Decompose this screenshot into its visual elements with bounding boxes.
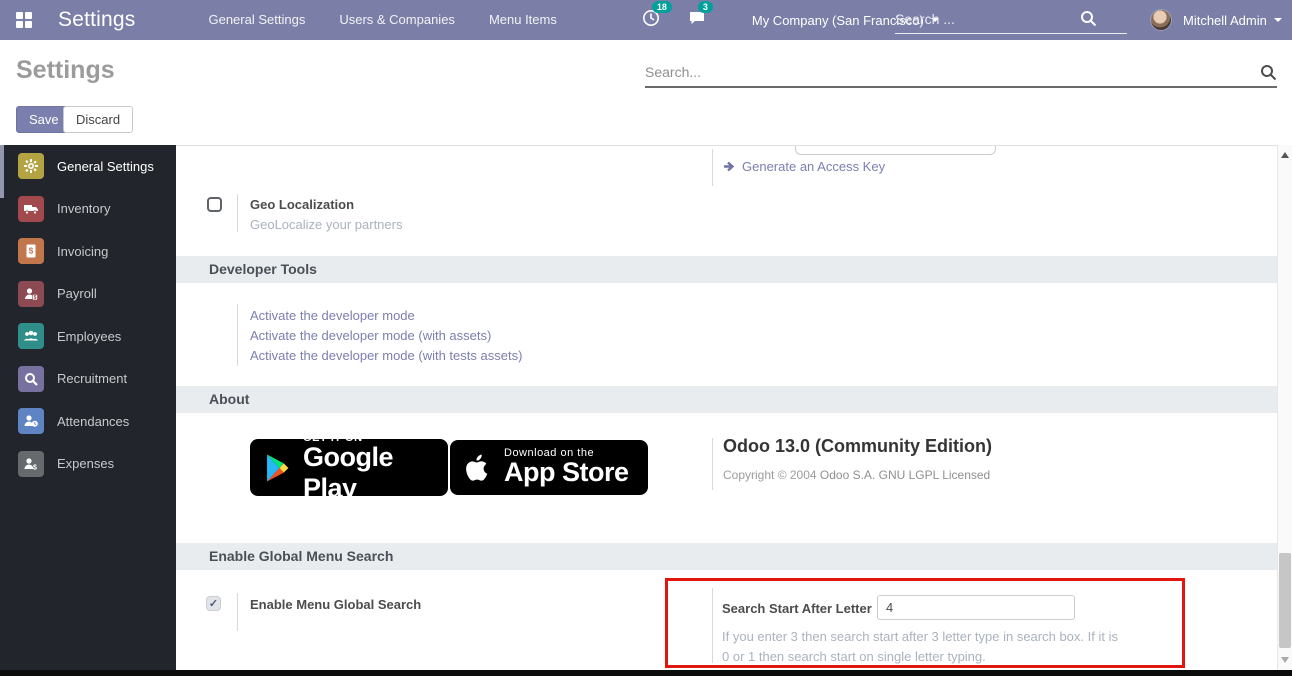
- google-play-title: Google Play: [303, 442, 448, 504]
- page-title: Settings: [16, 56, 115, 85]
- bottom-bar: [0, 670, 1292, 676]
- sidebar-item-expenses[interactable]: $ Expenses: [0, 443, 176, 486]
- recruitment-icon: [18, 366, 44, 392]
- field-help-line1: If you enter 3 then search start after 3…: [722, 629, 1118, 644]
- sidebar-item-label: Employees: [57, 329, 121, 344]
- odoo-version: Odoo 13.0 (Community Edition): [723, 436, 992, 457]
- scroll-up-icon[interactable]: [1281, 152, 1289, 158]
- scrollbar-thumb[interactable]: [1279, 553, 1291, 648]
- app-brand[interactable]: Settings: [58, 8, 135, 32]
- search-icon[interactable]: [1260, 64, 1277, 81]
- sidebar-item-label: General Settings: [57, 159, 154, 174]
- active-indicator: [0, 145, 4, 198]
- divider: [712, 438, 713, 490]
- gear-icon: [18, 153, 44, 179]
- navbar-search-input[interactable]: [895, 11, 1080, 27]
- attendance-icon: [18, 408, 44, 434]
- sidebar-item-payroll[interactable]: $ Payroll: [0, 273, 176, 316]
- search-start-after-letter-input[interactable]: [877, 595, 1075, 620]
- navbar-menu: General Settings Users & Companies Menu …: [191, 0, 573, 40]
- truncated-input[interactable]: [795, 145, 996, 155]
- sidebar-item-label: Invoicing: [57, 244, 108, 259]
- geo-localization-checkbox[interactable]: [207, 197, 222, 212]
- copyright-text: Copyright © 2004: [723, 468, 820, 482]
- enable-menu-global-search-label[interactable]: Enable Menu Global Search: [250, 597, 421, 612]
- sidebar-item-inventory[interactable]: Inventory: [0, 188, 176, 231]
- employees-icon: [18, 323, 44, 349]
- settings-search-input[interactable]: [645, 64, 1260, 80]
- search-start-after-letter-label: Search Start After Letter: [722, 601, 872, 616]
- sidebar-item-recruitment[interactable]: Recruitment: [0, 358, 176, 401]
- check-icon: ✓: [206, 596, 221, 611]
- sidebar-item-label: Inventory: [57, 201, 110, 216]
- vertical-scrollbar[interactable]: [1277, 145, 1292, 670]
- svg-text:$: $: [34, 295, 37, 301]
- messages-icon[interactable]: 3: [688, 9, 706, 32]
- sidebar-item-invoicing[interactable]: $ Invoicing: [0, 230, 176, 273]
- chevron-down-icon: [1274, 18, 1282, 22]
- generate-access-key-link[interactable]: Generate an Access Key: [742, 159, 885, 174]
- activity-badge: 18: [652, 1, 672, 13]
- svg-text:$: $: [33, 464, 37, 471]
- activate-dev-mode-assets-link[interactable]: Activate the developer mode (with assets…: [250, 328, 491, 343]
- sidebar-item-label: Payroll: [57, 286, 97, 301]
- generate-access-key-row: Generate an Access Key: [723, 159, 885, 174]
- app-store-title: App Store: [504, 457, 629, 488]
- gnu-lgpl-link[interactable]: GNU LGPL Licensed: [879, 468, 991, 482]
- google-play-badge[interactable]: GET IT ON Google Play: [250, 439, 448, 496]
- activate-dev-mode-tests-link[interactable]: Activate the developer mode (with tests …: [250, 348, 522, 363]
- user-avatar[interactable]: [1150, 9, 1172, 31]
- section-header-developer-tools: Developer Tools: [176, 256, 1277, 283]
- divider: [237, 304, 238, 366]
- nav-item-users-companies[interactable]: Users & Companies: [322, 0, 472, 40]
- section-header-global-menu-search: Enable Global Menu Search: [176, 543, 1277, 570]
- invoice-icon: $: [18, 238, 44, 264]
- user-name: Mitchell Admin: [1183, 13, 1267, 28]
- geo-localization-label[interactable]: Geo Localization: [250, 197, 354, 212]
- settings-search: [645, 58, 1277, 88]
- expenses-icon: $: [18, 451, 44, 477]
- scroll-down-icon[interactable]: [1281, 657, 1289, 663]
- truck-icon: [18, 196, 44, 222]
- divider: [237, 194, 238, 232]
- payroll-icon: $: [18, 281, 44, 307]
- divider: [712, 588, 713, 663]
- activity-clock-icon[interactable]: 18: [642, 9, 660, 32]
- sidebar-item-label: Attendances: [57, 414, 129, 429]
- geo-localization-help: GeoLocalize your partners: [250, 217, 402, 232]
- apple-icon: [464, 452, 492, 484]
- messages-badge: 3: [698, 1, 713, 13]
- nav-item-general-settings[interactable]: General Settings: [191, 0, 322, 40]
- sidebar-item-employees[interactable]: Employees: [0, 315, 176, 358]
- navbar-search: [895, 4, 1127, 34]
- nav-item-menu-items[interactable]: Menu Items: [472, 0, 574, 40]
- sidebar-item-attendances[interactable]: Attendances: [0, 400, 176, 443]
- section-header-about: About: [176, 386, 1277, 413]
- apps-menu-icon[interactable]: [16, 12, 32, 28]
- user-menu[interactable]: Mitchell Admin: [1183, 0, 1282, 40]
- sidebar-item-label: Recruitment: [57, 371, 127, 386]
- sidebar-item-label: Expenses: [57, 456, 114, 471]
- app-store-badge[interactable]: Download on the App Store: [450, 440, 648, 495]
- search-icon[interactable]: [1080, 10, 1097, 27]
- field-help-line2: 0 or 1 then search start on single lette…: [722, 649, 986, 664]
- svg-text:$: $: [29, 247, 34, 256]
- settings-sidebar: General Settings Inventory $ Invoicing $…: [0, 145, 176, 670]
- discard-button[interactable]: Discard: [63, 106, 133, 133]
- activate-dev-mode-link[interactable]: Activate the developer mode: [250, 308, 415, 323]
- divider: [712, 149, 713, 186]
- odoo-sa-link[interactable]: Odoo S.A.: [820, 468, 875, 482]
- google-play-icon: [266, 454, 291, 482]
- copyright-line: Copyright © 2004 Odoo S.A. GNU LGPL Lice…: [723, 468, 990, 482]
- sidebar-item-general-settings[interactable]: General Settings: [0, 145, 176, 188]
- settings-form: Generate an Access Key Geo Localization …: [176, 145, 1277, 670]
- enable-menu-global-search-checkbox[interactable]: ✓: [206, 596, 221, 611]
- arrow-right-icon: [723, 160, 736, 173]
- divider: [237, 593, 238, 631]
- control-panel: Settings Save Discard: [0, 40, 1292, 145]
